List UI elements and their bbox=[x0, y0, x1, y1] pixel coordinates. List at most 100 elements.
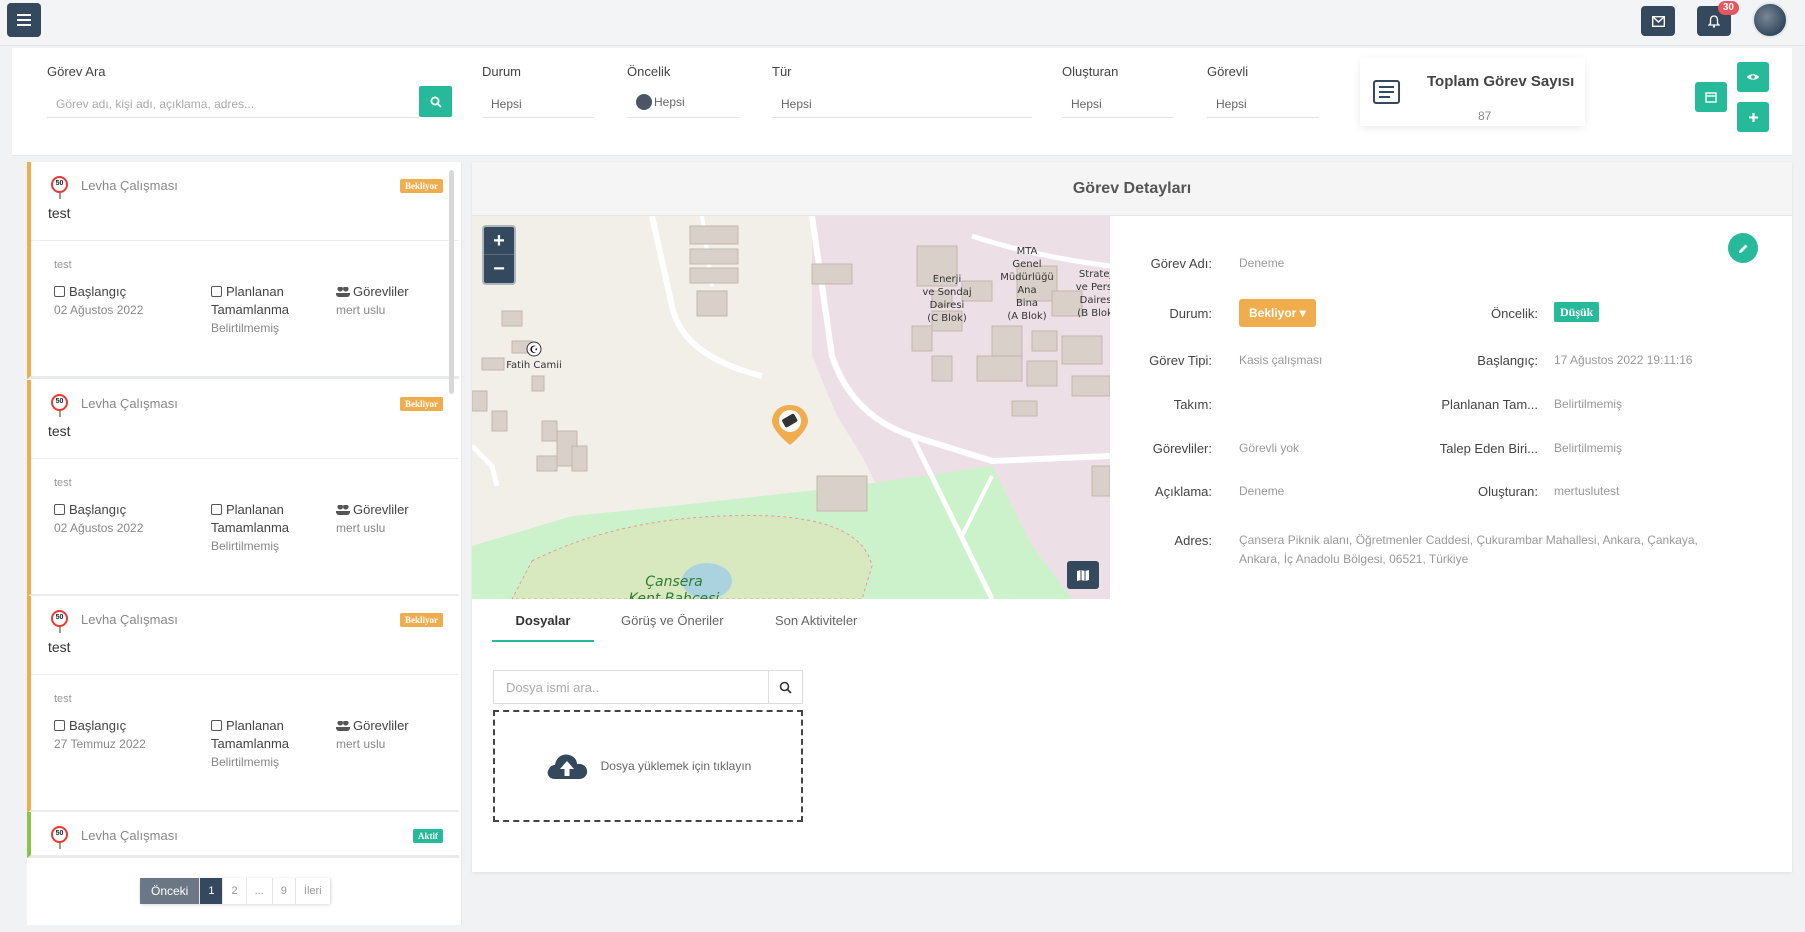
calendar-icon bbox=[211, 504, 222, 515]
creator-filter-select[interactable]: Hepsi bbox=[1062, 86, 1174, 118]
filter-panel: Görev Ara Görev adı, kişi adı, açıklama,… bbox=[12, 48, 1792, 156]
file-search-input[interactable]: Dosya ismi ara.. bbox=[493, 670, 803, 704]
task-list-scrollbar[interactable] bbox=[449, 170, 454, 394]
calendar-plus-icon bbox=[54, 504, 65, 515]
status-dropdown-button[interactable]: Bekliyor ▾ bbox=[1239, 299, 1316, 327]
start-label: Başlangıç bbox=[69, 718, 127, 733]
user-avatar[interactable] bbox=[1752, 2, 1788, 38]
creator-filter-label: Oluşturan bbox=[1062, 64, 1119, 79]
search-input[interactable]: Görev adı, kişi adı, açıklama, adres... bbox=[47, 86, 419, 118]
zoom-in-button[interactable]: + bbox=[484, 227, 514, 255]
bell-icon bbox=[1708, 14, 1720, 28]
assignees-value: mert uslu bbox=[336, 303, 386, 317]
start-label: Başlangıç bbox=[69, 502, 127, 517]
assignees-label: Görevliler bbox=[353, 718, 409, 733]
users-icon bbox=[336, 287, 350, 297]
status-filter-select[interactable]: Hepsi bbox=[482, 86, 594, 118]
detail-header: Görev Detayları bbox=[472, 162, 1792, 216]
task-type-label: Görev Tipi: bbox=[1149, 353, 1212, 368]
location-map[interactable]: Fatih Camii MTA Genel Müdürlüğü Ana Bina… bbox=[472, 216, 1110, 599]
planned-column: Planlanan Tamamlanma Belirtilmemiş bbox=[211, 283, 289, 337]
calendar-icon bbox=[211, 720, 222, 731]
edit-task-button[interactable] bbox=[1728, 233, 1758, 263]
add-task-button[interactable] bbox=[1737, 102, 1769, 132]
assignees-label: Görevliler bbox=[353, 284, 409, 299]
file-upload-dropzone[interactable]: Dosya yüklemek için tıklayın bbox=[493, 710, 803, 822]
notifications-button[interactable]: 30 bbox=[1697, 1, 1739, 36]
page-2-button[interactable]: 2 bbox=[223, 878, 247, 904]
map-layers-button[interactable] bbox=[1067, 561, 1099, 589]
assignees-column: Görevliler mert uslu bbox=[336, 283, 409, 319]
map-canvas: Fatih Camii MTA Genel Müdürlüğü Ana Bina… bbox=[472, 216, 1110, 599]
search-button[interactable] bbox=[419, 86, 452, 117]
task-title: test bbox=[48, 639, 71, 655]
map-label-enerji: Enerji bbox=[933, 274, 961, 285]
task-list: 50 Levha Çalışması Bekliyor test test Ba… bbox=[27, 162, 462, 925]
pagination: Önceki 1 2 ... 9 İleri bbox=[140, 878, 331, 904]
requester-value: Belirtilmemiş bbox=[1554, 441, 1623, 455]
hamburger-menu-button[interactable] bbox=[7, 3, 41, 37]
task-card[interactable]: 50 Levha Çalışması Bekliyor test test Ba… bbox=[27, 162, 459, 379]
notification-count-badge: 30 bbox=[1717, 1, 1739, 15]
assignees-label: Görevliler: bbox=[1152, 441, 1212, 456]
planned-completion-value: Belirtilmemiş bbox=[1554, 397, 1623, 411]
map-label-strateji: Dairesi bbox=[1080, 295, 1110, 306]
calendar-button[interactable] bbox=[1695, 82, 1727, 112]
speed-limit-sign-icon: 50 bbox=[51, 826, 68, 849]
map-label-enerji: Dairesi bbox=[930, 300, 965, 311]
start-date: 27 Temmuz 2022 bbox=[54, 737, 146, 751]
total-tasks-count: 87 bbox=[1478, 109, 1492, 123]
page-1-button[interactable]: 1 bbox=[200, 878, 224, 904]
task-type-value: Kasis çalışması bbox=[1239, 353, 1323, 367]
priority-filter-select[interactable]: Hepsi bbox=[627, 86, 739, 118]
file-search-placeholder: Dosya ismi ara.. bbox=[506, 680, 600, 695]
start-date: 02 Ağustos 2022 bbox=[54, 521, 144, 535]
assignees-label: Görevliler bbox=[353, 502, 409, 517]
page-9-button[interactable]: 9 bbox=[272, 878, 296, 904]
creator-label: Oluşturan: bbox=[1478, 484, 1538, 499]
zoom-out-button[interactable]: − bbox=[484, 255, 514, 283]
start-label: Başlangıç bbox=[69, 284, 127, 299]
assignee-filter-select[interactable]: Hepsi bbox=[1207, 86, 1319, 118]
planned-column: Planlanan Tamamlanma Belirtilmemiş bbox=[211, 501, 289, 555]
next-page-button[interactable]: İleri bbox=[295, 878, 331, 904]
planned-label: Planlanan bbox=[226, 502, 284, 517]
previous-page-button[interactable]: Önceki bbox=[140, 878, 201, 904]
task-card[interactable]: 50 Levha Çalışması Bekliyor test test Ba… bbox=[27, 596, 459, 813]
plus-icon bbox=[1748, 112, 1758, 122]
planned-completion-label: Planlanan Tam... bbox=[1441, 397, 1538, 412]
task-card[interactable]: 50 Levha Çalışması Aktif bbox=[27, 812, 459, 858]
pencil-icon bbox=[1738, 244, 1747, 253]
map-label-park: Çansera bbox=[645, 574, 702, 590]
view-button[interactable] bbox=[1737, 62, 1769, 92]
messages-button[interactable] bbox=[1641, 6, 1675, 36]
task-description: test bbox=[54, 477, 72, 489]
task-card[interactable]: 50 Levha Çalışması Bekliyor test test Ba… bbox=[27, 380, 459, 597]
search-label: Görev Ara bbox=[47, 64, 106, 79]
calendar-plus-icon bbox=[54, 720, 65, 731]
address-line-2: Ankara, İç Anadolu Bölgesi, 06521, Türki… bbox=[1239, 552, 1469, 566]
task-title: test bbox=[48, 205, 71, 221]
assignee-filter-label: Görevli bbox=[1207, 64, 1249, 79]
map-label-mosque: Fatih Camii bbox=[506, 360, 562, 371]
task-type: Levha Çalışması bbox=[81, 828, 178, 843]
tab-comments[interactable]: Görüş ve Öneriler bbox=[621, 600, 724, 642]
calendar-icon bbox=[211, 286, 222, 297]
assignees-value: mert uslu bbox=[336, 521, 386, 535]
task-card-body: test Başlangıç 02 Ağustos 2022 Planlanan T… bbox=[31, 241, 459, 376]
completion-label: Tamamlanma bbox=[211, 736, 290, 751]
file-search-button[interactable] bbox=[768, 671, 802, 703]
task-name-label: Görev Adı: bbox=[1150, 256, 1212, 271]
type-filter-select[interactable]: Hepsi bbox=[772, 86, 1032, 118]
task-card-body: test Başlangıç 02 Ağustos 2022 Planlanan T… bbox=[31, 459, 459, 594]
task-description: test bbox=[54, 259, 72, 271]
search-icon bbox=[430, 96, 442, 108]
assignees-value: mert uslu bbox=[336, 737, 386, 751]
description-label: Açıklama: bbox=[1154, 484, 1212, 499]
tab-activities[interactable]: Son Aktiviteler bbox=[775, 600, 857, 642]
eye-icon bbox=[1747, 74, 1759, 80]
map-label-park: Kent Bahçesi bbox=[629, 591, 720, 599]
tab-files[interactable]: Dosyalar bbox=[492, 600, 594, 642]
map-label-mta: Müdürlüğü bbox=[1000, 271, 1054, 283]
priority-label: Öncelik: bbox=[1491, 306, 1538, 321]
